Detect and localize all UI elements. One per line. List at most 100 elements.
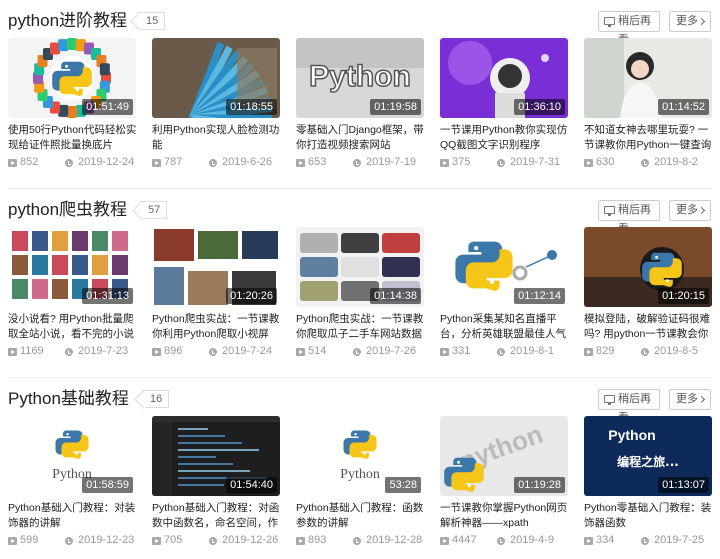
video-title[interactable]: Python零基础入门教程：装饰器函数	[584, 501, 714, 531]
video-duration: 01:19:28	[514, 477, 565, 493]
chevron-right-icon	[697, 395, 706, 404]
video-card[interactable]: 01:54:40 Python基础入门教程：对函数中函数名，命名空间，作 705…	[152, 416, 280, 550]
video-card[interactable]: 01:20:26 Python爬虫实战：一节课教你利用Python爬取小视屏 8…	[152, 227, 280, 361]
video-thumbnail[interactable]: 01:14:38	[296, 227, 424, 307]
video-card[interactable]: 01:12:14 Python采集某知名直播平台，分析英雄联盟最佳人气主 331…	[440, 227, 568, 361]
video-stats: 893 2019-12-28	[296, 534, 426, 548]
video-title[interactable]: 利用Python实现人脸检测功能	[152, 123, 282, 153]
video-title[interactable]: 没小说看? 用Python批量爬取全站小说，看不完的小说资	[8, 312, 138, 342]
section-header: python爬虫教程 57 稍后再看 更多	[0, 197, 720, 235]
play-count-icon	[8, 537, 17, 545]
video-duration: 53:28	[385, 477, 421, 493]
video-stats: 852 2019-12-24	[8, 156, 138, 170]
video-thumbnail[interactable]: 01:14:52	[584, 38, 712, 118]
play-count: 852	[20, 156, 39, 168]
upload-date: 2019-7-26	[366, 345, 417, 357]
video-card[interactable]: 01:14:38 Python爬虫实战：一节课教你爬取瓜子二手车网站数据并 51…	[296, 227, 424, 361]
video-title[interactable]: Python爬虫实战：一节课教你利用Python爬取小视屏	[152, 312, 282, 342]
video-duration: 01:18:55	[226, 99, 277, 115]
upload-date: 2019-8-1	[510, 345, 555, 357]
upload-date: 2019-12-26	[222, 534, 279, 546]
video-title[interactable]: 模拟登陆，破解验证码很难吗? 用python一节课教会你	[584, 312, 714, 342]
clock-icon	[353, 537, 361, 545]
video-stats: 599 2019-12-23	[8, 534, 138, 548]
video-thumbnail[interactable]: 01:36:10	[440, 38, 568, 118]
section-title[interactable]: python进阶教程	[8, 10, 127, 32]
video-title[interactable]: Python基础入门教程：对函数中函数名，命名空间，作	[152, 501, 282, 531]
video-duration: 01:54:40	[226, 477, 277, 493]
play-count: 829	[596, 345, 615, 357]
video-card[interactable]: 01:20:15 模拟登陆，破解验证码很难吗? 用python一节课教会你 82…	[584, 227, 712, 361]
section-title[interactable]: python爬虫教程	[8, 199, 127, 221]
section-count-badge: 57	[140, 201, 168, 219]
play-count: 375	[452, 156, 471, 168]
video-card[interactable]: 01:36:10 一节课用Python教你实现仿QQ截图文字识别程序 375 2…	[440, 38, 568, 172]
video-card[interactable]: Python 53:28 Python基础入门教程：函数参数的讲解 893 20…	[296, 416, 424, 550]
video-stats: 331 2019-8-1	[440, 345, 570, 359]
video-thumbnail[interactable]: 01:18:55	[152, 38, 280, 118]
more-button[interactable]: 更多	[669, 200, 711, 221]
clock-icon	[497, 159, 505, 167]
video-title[interactable]: 使用50行Python代码轻松实现给证件照批量换底片	[8, 123, 138, 153]
video-title[interactable]: 一节课用Python教你实现仿QQ截图文字识别程序	[440, 123, 570, 153]
video-card[interactable]: 01:31:13 没小说看? 用Python批量爬取全站小说，看不完的小说资 1…	[8, 227, 136, 361]
video-title[interactable]: Python采集某知名直播平台，分析英雄联盟最佳人气主	[440, 312, 570, 342]
play-count-icon	[440, 348, 449, 356]
play-count-icon	[152, 348, 161, 356]
more-button[interactable]: 更多	[669, 11, 711, 32]
video-stats: 829 2019-8-5	[584, 345, 714, 359]
video-thumbnail[interactable]: 01:31:13	[8, 227, 136, 307]
more-button[interactable]: 更多	[669, 389, 711, 410]
play-count-icon	[152, 159, 161, 167]
watch-later-button[interactable]: 稍后再看	[598, 200, 660, 235]
upload-date: 2019-8-2	[654, 156, 699, 168]
video-title[interactable]: 零基础入门Django框架，带你打造视频搜索网站	[296, 123, 426, 153]
play-count: 1169	[20, 345, 44, 357]
video-stats: 787 2019-6-26	[152, 156, 282, 170]
video-thumbnail[interactable]: Python 53:28	[296, 416, 424, 496]
video-title[interactable]: 不知道女神去哪里玩耍? 一节课教你用Python一键查询照	[584, 123, 714, 153]
video-thumbnail[interactable]: python 01:19:28	[440, 416, 568, 496]
video-title[interactable]: Python基础入门教程：对装饰器的讲解	[8, 501, 138, 531]
play-count: 331	[452, 345, 471, 357]
video-card[interactable]: 01:51:49 使用50行Python代码轻松实现给证件照批量换底片 852 …	[8, 38, 136, 172]
watch-later-button[interactable]: 稍后再看	[598, 389, 660, 424]
video-card[interactable]: 01:14:52 不知道女神去哪里玩耍? 一节课教你用Python一键查询照 6…	[584, 38, 712, 172]
video-title[interactable]: 一节课教你掌握Python网页解析神器——xpath	[440, 501, 570, 531]
video-thumbnail[interactable]: Python 01:58:59	[8, 416, 136, 496]
video-title[interactable]: Python爬虫实战：一节课教你爬取瓜子二手车网站数据并	[296, 312, 426, 342]
more-label: 更多	[676, 204, 698, 216]
video-card[interactable]: python 01:19:28 一节课教你掌握Python网页解析神器——xpa…	[440, 416, 568, 550]
video-thumbnail[interactable]: 01:12:14	[440, 227, 568, 307]
watch-later-button[interactable]: 稍后再看	[598, 11, 660, 46]
play-count-icon	[296, 159, 305, 167]
upload-date: 2019-4-9	[510, 534, 555, 546]
upload-date: 2019-6-26	[222, 156, 273, 168]
video-stats: 653 2019-7-19	[296, 156, 426, 170]
video-thumbnail[interactable]: 01:20:26	[152, 227, 280, 307]
video-section: python进阶教程 15 稍后再看 更多 01:51:49 使用50行Pyth…	[0, 8, 720, 193]
section-header: python进阶教程 15 稍后再看 更多	[0, 8, 720, 46]
play-count-icon	[8, 348, 17, 356]
video-thumbnail[interactable]: Python 01:19:58	[296, 38, 424, 118]
video-card[interactable]: 01:18:55 利用Python实现人脸检测功能 787 2019-6-26	[152, 38, 280, 172]
video-thumbnail[interactable]: 01:54:40	[152, 416, 280, 496]
clock-icon	[641, 537, 649, 545]
video-duration: 01:20:15	[658, 288, 709, 304]
video-thumbnail[interactable]: 01:20:15	[584, 227, 712, 307]
video-thumbnail[interactable]: 01:51:49	[8, 38, 136, 118]
video-thumbnail[interactable]: Python 编程之旅... 01:13:07	[584, 416, 712, 496]
video-card[interactable]: Python 01:58:59 Python基础入门教程：对装饰器的讲解 599…	[8, 416, 136, 550]
video-duration: 01:31:13	[82, 288, 133, 304]
upload-date: 2019-7-31	[510, 156, 561, 168]
video-card[interactable]: Python 01:19:58 零基础入门Django框架，带你打造视频搜索网站…	[296, 38, 424, 172]
upload-date: 2019-7-25	[654, 534, 705, 546]
video-duration: 01:12:14	[514, 288, 565, 304]
clock-icon	[641, 348, 649, 356]
svg-text:Python: Python	[309, 60, 411, 93]
chevron-right-icon	[697, 17, 706, 26]
upload-date: 2019-12-24	[78, 156, 135, 168]
section-title[interactable]: Python基础教程	[8, 388, 129, 410]
video-title[interactable]: Python基础入门教程：函数参数的讲解	[296, 501, 426, 531]
video-card[interactable]: Python 编程之旅... 01:13:07 Python零基础入门教程：装饰…	[584, 416, 712, 550]
